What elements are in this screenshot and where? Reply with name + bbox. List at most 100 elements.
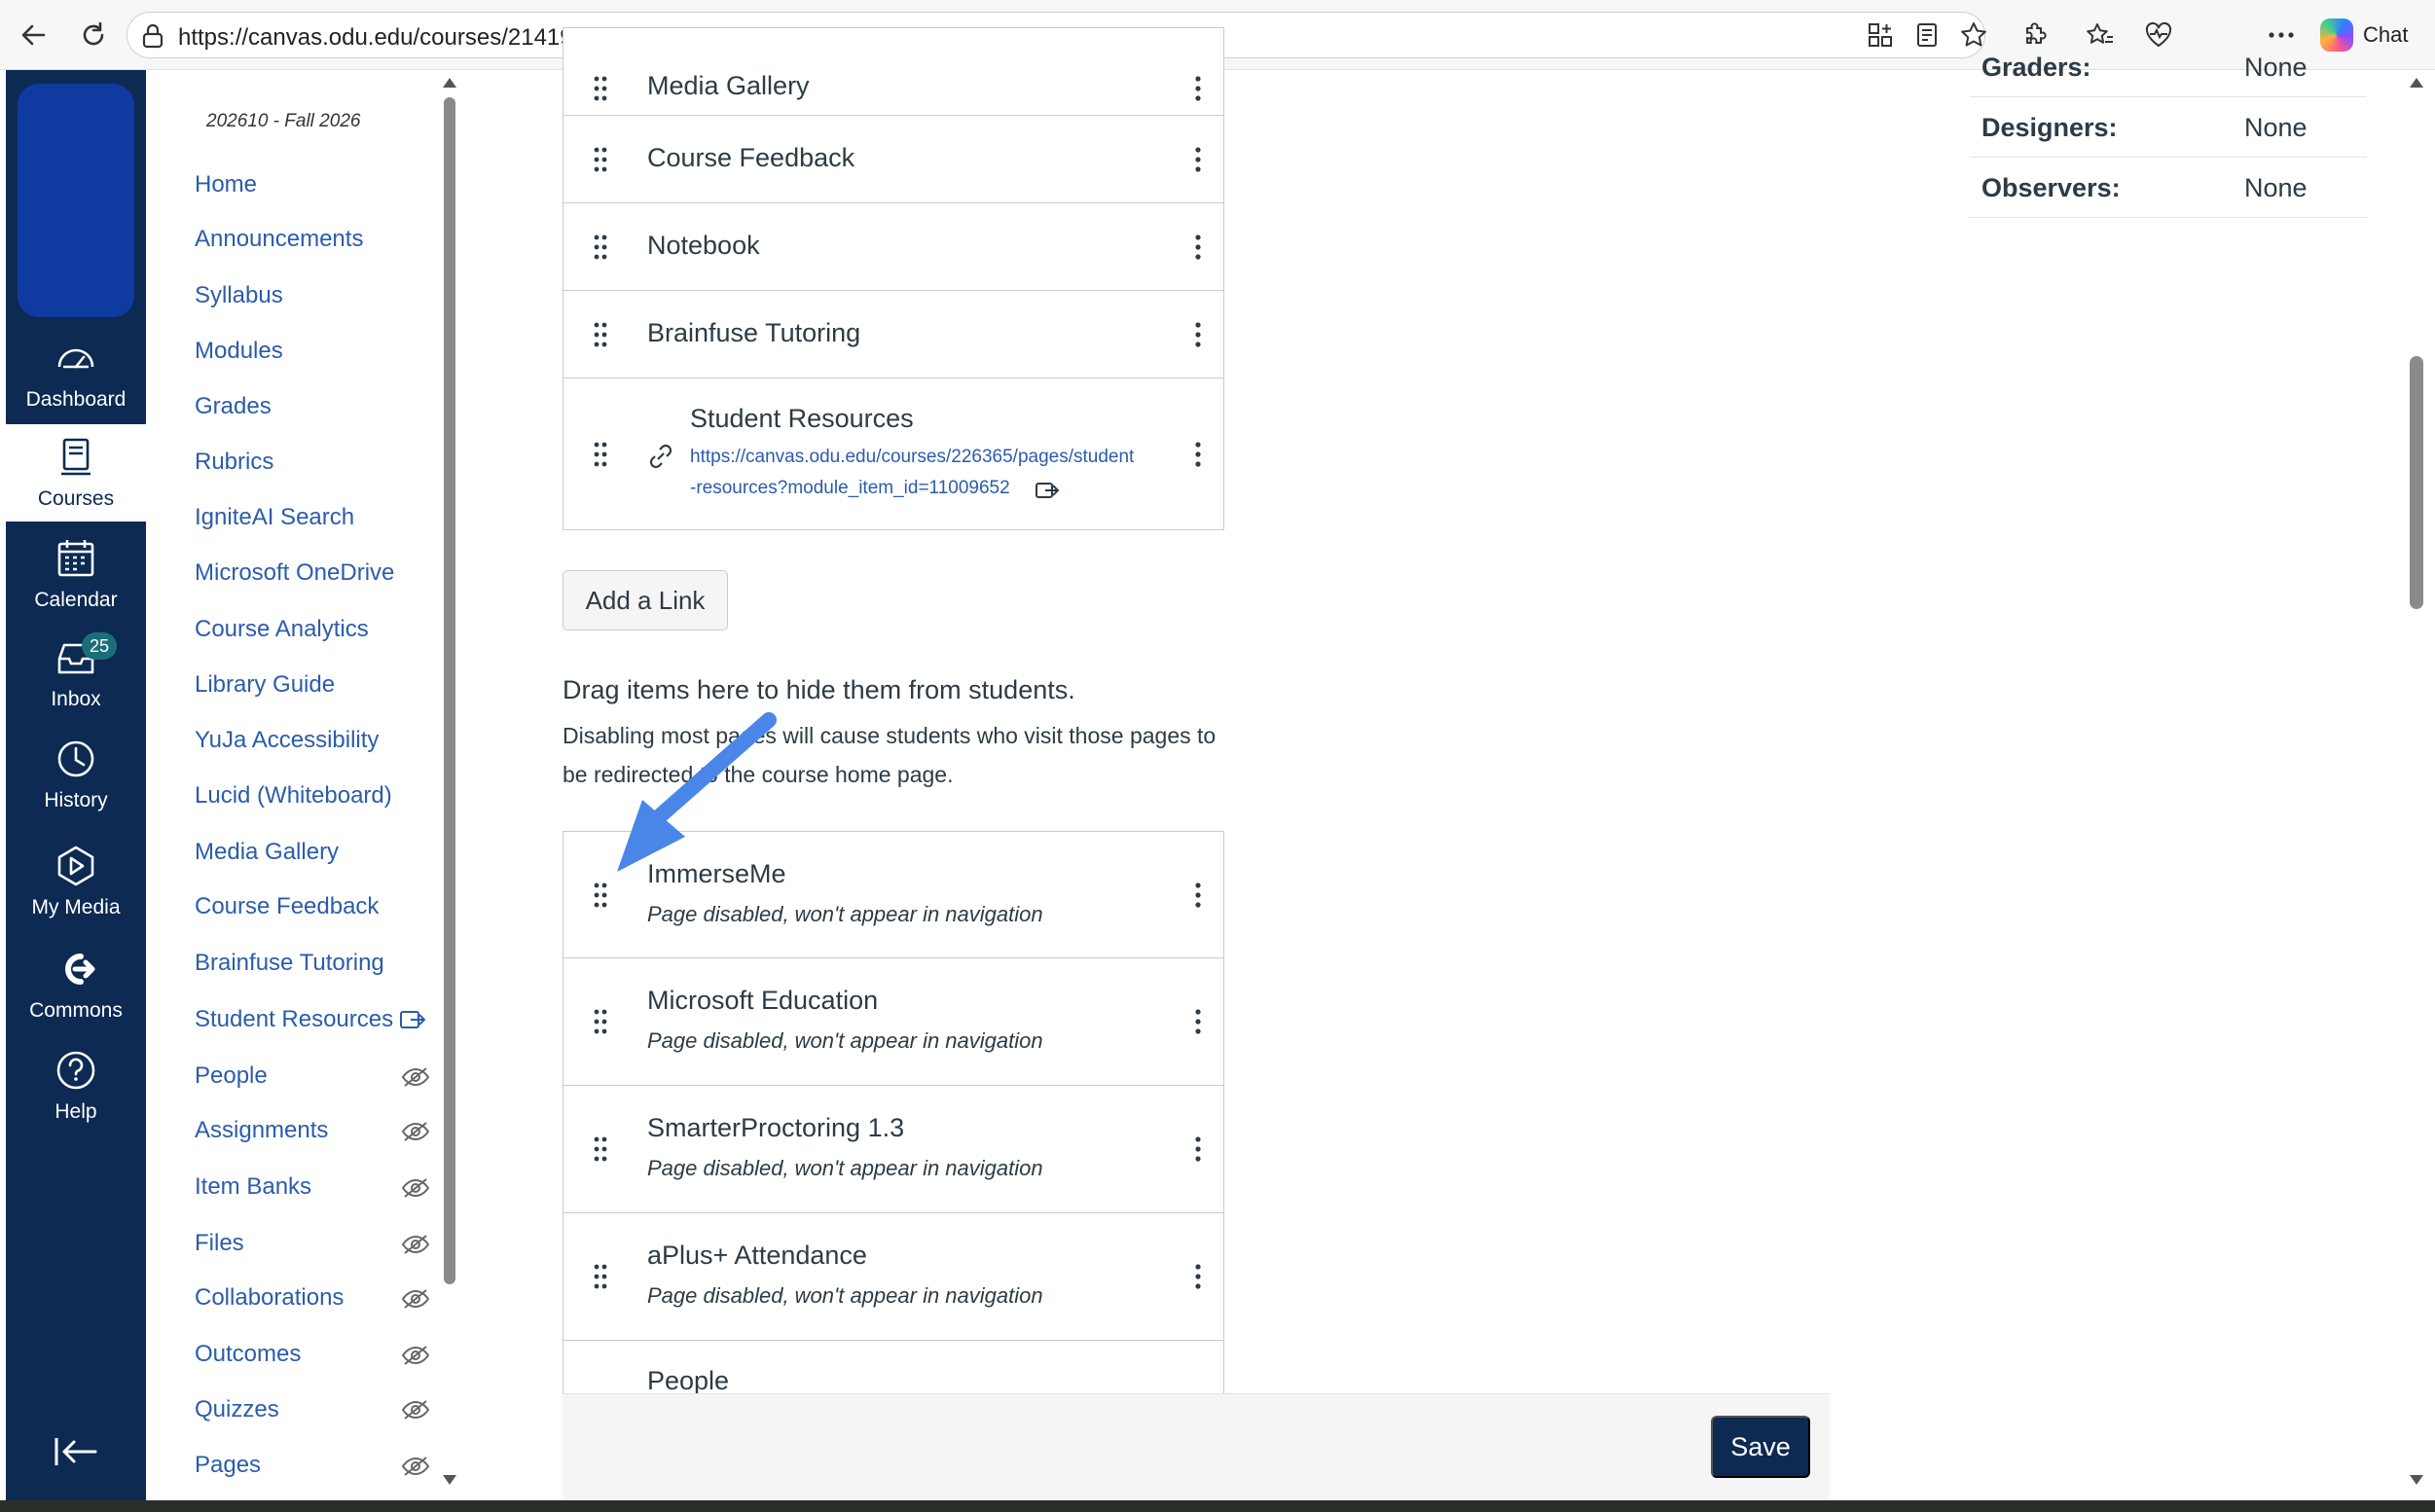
- course-nav-microsoft-onedrive[interactable]: Microsoft OneDrive: [195, 559, 394, 587]
- global-nav-inbox[interactable]: Inbox 25: [6, 625, 146, 722]
- chat-label: Chat: [2363, 22, 2409, 47]
- course-term: 202610 - Fall 2026: [206, 111, 361, 131]
- kebab-menu-icon[interactable]: [1194, 1008, 1202, 1035]
- back-arrow-icon[interactable]: [14, 16, 53, 54]
- scroll-down-arrow-icon[interactable]: [443, 1475, 456, 1485]
- global-nav-dashboard[interactable]: Dashboard: [6, 325, 146, 422]
- scroll-up-arrow-icon[interactable]: [443, 78, 456, 88]
- tab-row[interactable]: ImmerseMe Page disabled, won't appear in…: [563, 831, 1223, 957]
- course-nav-syllabus[interactable]: Syllabus: [195, 282, 283, 309]
- course-nav-student-resources[interactable]: Student Resources: [195, 1006, 393, 1033]
- external-url[interactable]: https://canvas.odu.edu/courses/226365/pa…: [690, 447, 1134, 468]
- tab-row[interactable]: aPlus+ Attendance Page disabled, won't a…: [563, 1212, 1223, 1340]
- course-nav-library-guide[interactable]: Library Guide: [195, 671, 335, 699]
- history-clock-icon: [57, 740, 94, 777]
- course-nav-outcomes[interactable]: Outcomes: [195, 1341, 301, 1368]
- drag-handle-icon[interactable]: [593, 146, 608, 173]
- course-navigation: 202610 - Fall 2026 Home Announcements Sy…: [146, 70, 438, 1500]
- tab-row[interactable]: Course Feedback: [563, 115, 1223, 202]
- course-nav-lucid-whiteboard[interactable]: Lucid (Whiteboard): [195, 782, 392, 810]
- kebab-menu-icon[interactable]: [1194, 75, 1202, 102]
- role-row: Graders: None: [1970, 37, 2367, 97]
- course-nav-modules[interactable]: Modules: [195, 338, 283, 365]
- kebab-menu-icon[interactable]: [1194, 321, 1202, 348]
- enabled-tabs-list: Media Gallery Course Feedback Notebook B…: [563, 27, 1224, 530]
- course-nav-item-banks[interactable]: Item Banks: [195, 1173, 311, 1201]
- course-nav-collaborations[interactable]: Collaborations: [195, 1284, 344, 1312]
- save-button[interactable]: Save: [1711, 1416, 1810, 1478]
- tab-row[interactable]: People: [563, 1340, 1223, 1394]
- app-install-icon[interactable]: [1863, 18, 1898, 53]
- course-nav-igniteai-search[interactable]: IgniteAI Search: [195, 504, 354, 531]
- kebab-menu-icon[interactable]: [1194, 146, 1202, 173]
- external-url[interactable]: -resources?module_item_id=11009652: [690, 478, 1010, 499]
- drag-handle-icon[interactable]: [593, 234, 608, 261]
- kebab-menu-icon[interactable]: [1194, 882, 1202, 909]
- course-nav-rubrics[interactable]: Rubrics: [195, 449, 273, 476]
- global-nav-my-media[interactable]: My Media: [6, 833, 146, 930]
- course-nav-course-feedback[interactable]: Course Feedback: [195, 893, 379, 920]
- tab-row[interactable]: Microsoft Education Page disabled, won't…: [563, 957, 1223, 1085]
- kebab-menu-icon[interactable]: [1194, 1263, 1202, 1290]
- course-nav-assignments[interactable]: Assignments: [195, 1117, 328, 1144]
- tab-row[interactable]: Media Gallery: [563, 27, 1223, 115]
- global-nav-commons[interactable]: Commons: [6, 936, 146, 1033]
- page-scrollbar[interactable]: [2410, 356, 2423, 609]
- course-nav-pages[interactable]: Pages: [195, 1452, 261, 1479]
- reader-view-icon[interactable]: [1909, 18, 1944, 53]
- hidden-eye-icon: [401, 1235, 430, 1254]
- lock-icon[interactable]: [141, 23, 164, 54]
- global-nav-history[interactable]: History: [6, 726, 146, 823]
- course-nav-announcements[interactable]: Announcements: [195, 226, 363, 253]
- drag-handle-icon[interactable]: [593, 882, 608, 909]
- role-row: Observers: None: [1970, 158, 2367, 218]
- global-nav-calendar[interactable]: Calendar: [6, 525, 146, 623]
- tab-label: Media Gallery: [647, 71, 810, 100]
- hidden-eye-icon: [401, 1067, 430, 1087]
- add-a-link-button[interactable]: Add a Link: [563, 570, 728, 630]
- course-nav-course-analytics[interactable]: Course Analytics: [195, 616, 369, 643]
- refresh-icon[interactable]: [74, 16, 113, 54]
- drag-handle-icon[interactable]: [593, 1008, 608, 1035]
- form-footer: Save: [563, 1393, 1830, 1500]
- course-nav-media-gallery[interactable]: Media Gallery: [195, 839, 339, 866]
- global-nav-label: Dashboard: [25, 388, 127, 411]
- tab-label: Brainfuse Tutoring: [647, 318, 861, 347]
- global-nav-label: Courses: [37, 487, 115, 510]
- drag-handle-icon[interactable]: [593, 1263, 608, 1290]
- course-nav-grades[interactable]: Grades: [195, 393, 272, 420]
- collapse-nav-icon[interactable]: [53, 1432, 99, 1471]
- global-nav-help[interactable]: Help: [6, 1037, 146, 1134]
- kebab-menu-icon[interactable]: [1194, 234, 1202, 261]
- course-nav-quizzes[interactable]: Quizzes: [195, 1396, 279, 1423]
- hidden-eye-icon: [401, 1122, 430, 1141]
- tab-label: aPlus+ Attendance: [647, 1241, 867, 1270]
- kebab-menu-icon[interactable]: [1194, 441, 1202, 468]
- global-nav-label: Help: [55, 1100, 97, 1123]
- drag-handle-icon[interactable]: [593, 1135, 608, 1163]
- course-nav-people[interactable]: People: [195, 1062, 268, 1090]
- scroll-down-arrow-icon[interactable]: [2410, 1475, 2423, 1485]
- course-nav-brainfuse-tutoring[interactable]: Brainfuse Tutoring: [195, 950, 384, 977]
- course-nav-files[interactable]: Files: [195, 1230, 244, 1257]
- kebab-menu-icon[interactable]: [1194, 1135, 1202, 1163]
- course-nav-home[interactable]: Home: [195, 171, 257, 198]
- external-link-icon: [399, 1008, 426, 1036]
- tab-row[interactable]: SmarterProctoring 1.3 Page disabled, won…: [563, 1085, 1223, 1212]
- global-nav-courses[interactable]: Courses: [6, 424, 146, 522]
- drag-handle-icon[interactable]: [593, 321, 608, 348]
- link-chain-icon: [649, 444, 672, 469]
- course-nav-scrollbar[interactable]: [444, 97, 455, 1284]
- drag-handle-icon[interactable]: [593, 441, 608, 468]
- drag-handle-icon[interactable]: [593, 75, 608, 102]
- tab-label: Microsoft Education: [647, 986, 879, 1015]
- tab-row[interactable]: Student Resources https://canvas.odu.edu…: [563, 378, 1223, 529]
- global-nav-label: Calendar: [34, 589, 118, 611]
- hidden-eye-icon: [401, 1178, 430, 1198]
- tab-row[interactable]: Notebook: [563, 202, 1223, 290]
- scroll-up-arrow-icon[interactable]: [2410, 78, 2423, 88]
- institution-logo[interactable]: [18, 84, 134, 317]
- tab-row[interactable]: Brainfuse Tutoring: [563, 290, 1223, 378]
- course-nav-yuja-accessibility[interactable]: YuJa Accessibility: [195, 727, 379, 754]
- tab-label: ImmerseMe: [647, 859, 786, 888]
